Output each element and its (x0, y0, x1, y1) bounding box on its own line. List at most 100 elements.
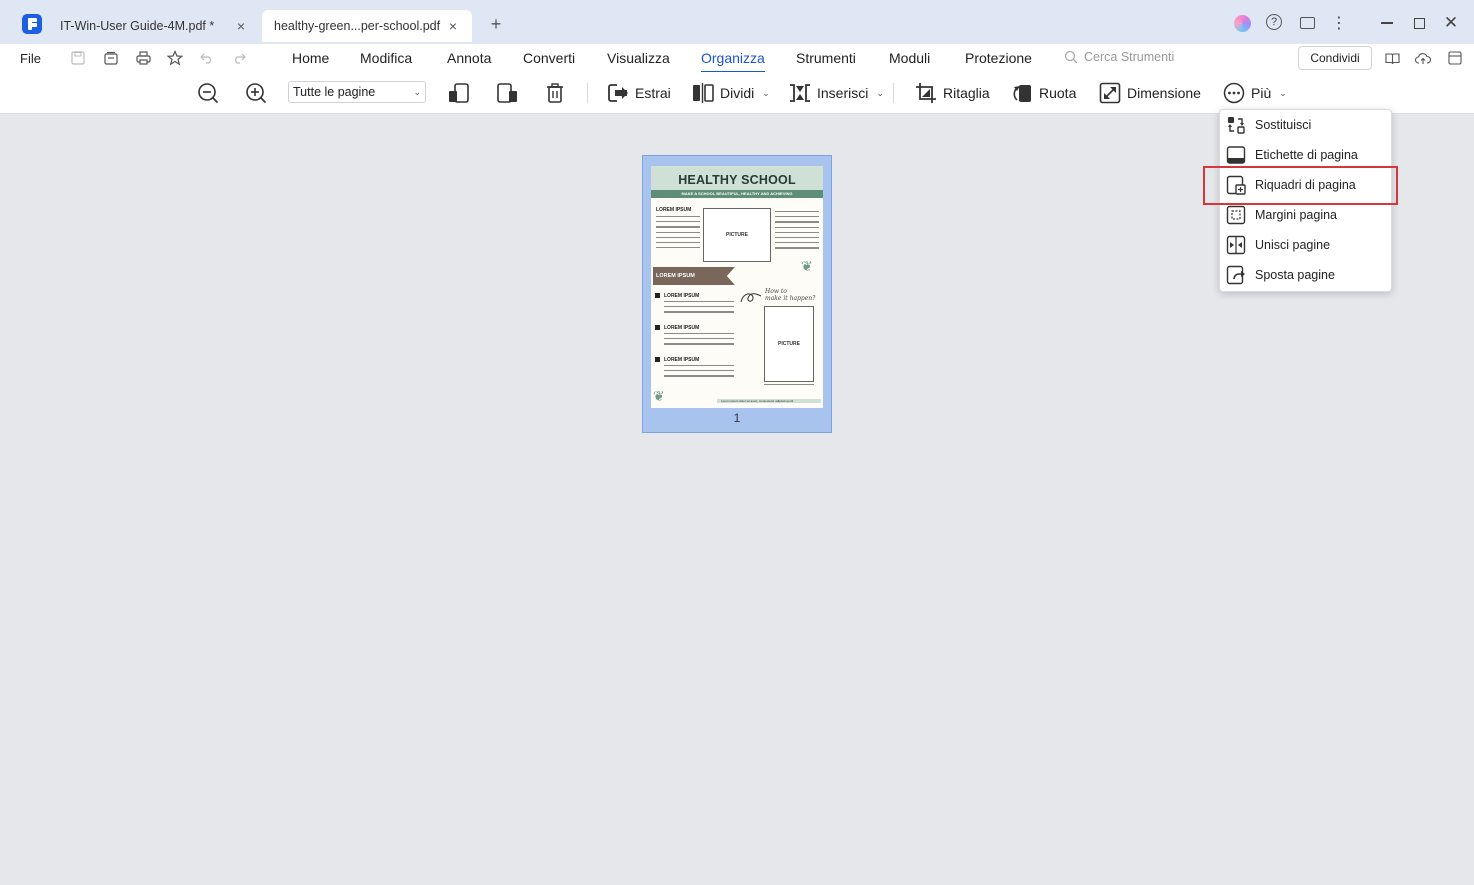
tab-moduli[interactable]: Moduli (889, 50, 930, 66)
thumbnail-picture-placeholder: PICTURE (703, 208, 771, 262)
picture-label: PICTURE (726, 232, 748, 238)
thumbnail-title: HEALTHY SCHOOL (678, 173, 796, 187)
tab-close-icon[interactable]: × (234, 18, 248, 34)
tab-visualizza[interactable]: Visualizza (607, 50, 670, 66)
highlight-box-page-boxes (1203, 166, 1398, 205)
menu-item-label: Etichette di pagina (1255, 148, 1358, 162)
tab-annota[interactable]: Annota (447, 50, 491, 66)
menu-bar: File Home Modifica Annota Converti Visua… (0, 44, 1474, 73)
chevron-down-icon: ⌄ (1279, 87, 1287, 98)
leaf-decoration-icon: ❦ (653, 388, 665, 404)
insert-label: Inserisci (817, 85, 869, 101)
more-options-icon[interactable]: ⋮ (1330, 14, 1348, 32)
tab-strumenti[interactable]: Strumenti (796, 50, 856, 66)
tab-label: IT-Win-User Guide-4M.pdf * (60, 19, 215, 33)
menu-item-label: Sostituisci (1255, 118, 1312, 132)
chevron-down-icon: ⌄ (762, 87, 770, 98)
page-labels-icon (1226, 145, 1246, 165)
page-margins-icon (1226, 205, 1246, 225)
tab-organizza[interactable]: Organizza (701, 50, 765, 73)
tab-protezione[interactable]: Protezione (965, 50, 1032, 66)
redo-icon[interactable] (231, 50, 247, 66)
split-button[interactable]: Dividi ⌄ (692, 82, 770, 104)
replace-icon (1226, 115, 1246, 135)
menu-item-move-pages[interactable]: Sposta pagine (1220, 260, 1391, 290)
crop-icon (916, 83, 936, 103)
rotate-button[interactable]: Ruota (1011, 82, 1076, 104)
move-pages-icon (1226, 265, 1246, 285)
rotate-label: Ruota (1039, 85, 1077, 101)
menu-item-label: Unisci pagine (1255, 238, 1331, 252)
more-button[interactable]: Più ⌄ (1223, 82, 1287, 104)
page-thumbnail[interactable]: HEALTHY SCHOOL MAKE A SCHOOL BEAUTIFUL, … (651, 166, 823, 408)
more-dots-icon (1223, 82, 1245, 104)
script-line-1: How to (765, 288, 787, 295)
insert-page-before-icon[interactable] (448, 82, 470, 104)
organize-toolbar: Estrai Dividi ⌄ Inserisci ⌄ Ritaglia Ruo… (0, 72, 1474, 114)
title-bar: IT-Win-User Guide-4M.pdf * × healthy-gre… (0, 0, 1474, 44)
minimize-icon[interactable] (1378, 14, 1396, 32)
rotate-icon (1013, 85, 1031, 102)
panel-toggle-icon[interactable] (1447, 50, 1463, 66)
chevron-down-icon: ⌄ (413, 86, 421, 97)
new-tab-icon[interactable]: + (486, 14, 506, 34)
thumbnail-text-block (775, 211, 819, 253)
menu-item-replace[interactable]: Sostituisci (1220, 110, 1391, 140)
insert-button[interactable]: Inserisci ⌄ (789, 82, 884, 104)
picture-label: PICTURE (778, 341, 800, 347)
tab-close-icon[interactable]: × (446, 18, 460, 34)
save-as-icon[interactable] (103, 50, 119, 66)
feedback-icon[interactable] (1298, 14, 1316, 32)
crop-label: Ritaglia (943, 85, 990, 101)
script-line-2: make it happen? (765, 295, 816, 302)
leaf-decoration-icon: ❦ (801, 258, 813, 274)
star-icon[interactable] (167, 50, 183, 66)
resize-icon (1099, 82, 1121, 104)
zoom-in-icon[interactable] (245, 82, 267, 104)
page-range-select[interactable]: Tutte le pagine ⌄ (288, 81, 426, 103)
thumbnail-arrow-doodle (740, 293, 762, 303)
print-icon[interactable] (135, 50, 151, 66)
crop-button[interactable]: Ritaglia (915, 82, 990, 104)
more-label: Più (1251, 85, 1272, 101)
thumbnail-bullet (655, 325, 660, 330)
search-icon (1064, 50, 1078, 64)
page-size-button[interactable]: Dimensione (1099, 82, 1201, 104)
zoom-out-icon[interactable] (197, 82, 219, 104)
thumbnail-bullet (655, 293, 660, 298)
thumbnail-caption (764, 384, 814, 389)
insert-icon (790, 84, 810, 102)
tab-it-win-user-guide[interactable]: IT-Win-User Guide-4M.pdf * × (48, 10, 260, 42)
toolbar-divider (587, 83, 588, 103)
thumbnail-text-block (664, 333, 734, 349)
tab-healthy-green-school[interactable]: healthy-green...per-school.pdf × (262, 10, 472, 42)
user-avatar[interactable] (1234, 15, 1251, 32)
page-size-label: Dimensione (1127, 85, 1201, 101)
thumbnail-text-block (664, 365, 734, 381)
insert-page-after-icon[interactable] (496, 82, 518, 104)
menu-item-merge-pages[interactable]: Unisci pagine (1220, 230, 1391, 260)
cloud-upload-icon[interactable] (1415, 50, 1431, 66)
extract-icon (608, 84, 628, 102)
merge-pages-icon (1226, 235, 1246, 255)
delete-page-icon[interactable] (544, 82, 566, 104)
share-button[interactable]: Condividi (1298, 46, 1372, 70)
read-mode-icon[interactable] (1384, 50, 1400, 66)
tool-search-input[interactable]: Cerca Strumenti (1064, 50, 1174, 64)
tab-home[interactable]: Home (292, 50, 329, 66)
maximize-icon[interactable] (1410, 14, 1428, 32)
thumbnail-bullet (655, 357, 660, 362)
thumbnail-heading: LOREM IPSUM (656, 207, 692, 213)
tab-converti[interactable]: Converti (523, 50, 575, 66)
file-menu[interactable]: File (20, 51, 41, 66)
tab-modifica[interactable]: Modifica (360, 50, 412, 66)
app-logo-icon (22, 14, 42, 34)
help-icon[interactable]: ? (1266, 14, 1282, 30)
extract-button[interactable]: Estrai (607, 82, 671, 104)
menu-item-label: Margini pagina (1255, 208, 1337, 222)
tab-label: healthy-green...per-school.pdf (274, 19, 441, 33)
undo-icon[interactable] (199, 50, 215, 66)
thumbnail-picture-placeholder: PICTURE (764, 306, 814, 382)
close-window-icon[interactable]: ✕ (1442, 13, 1460, 32)
save-icon[interactable] (70, 50, 86, 66)
